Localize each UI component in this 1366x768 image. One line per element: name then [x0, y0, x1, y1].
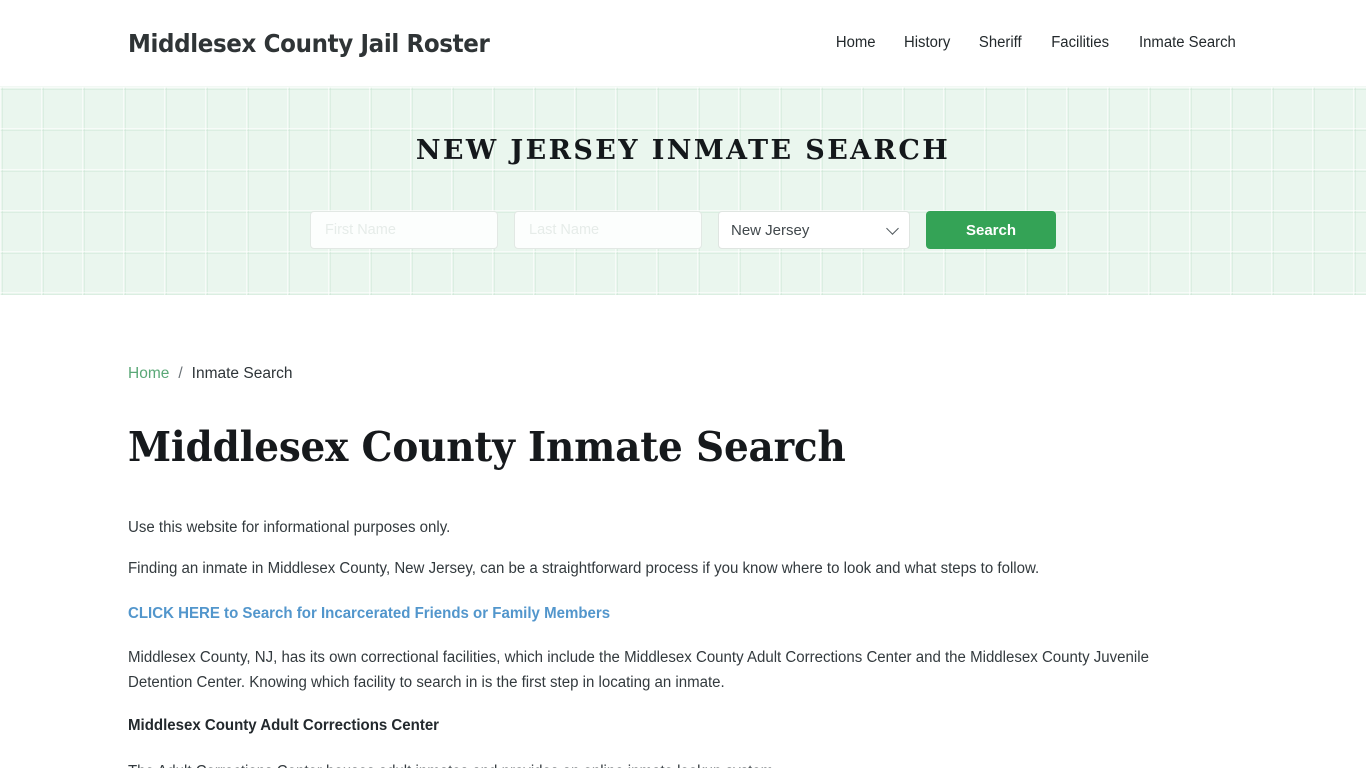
paragraph-disclaimer: Use this website for informational purpo… [128, 519, 451, 536]
main-content: Home / Inmate Search Middlesex County In… [0, 295, 1366, 768]
nav-item-home[interactable]: Home [836, 34, 876, 52]
hero-title: NEW JERSEY INMATE SEARCH [415, 135, 951, 166]
site-title: Middlesex County Jail Roster [128, 28, 490, 58]
site-header: Middlesex County Jail Roster Home Histor… [0, 0, 1366, 86]
nav-item-inmate-search[interactable]: Inmate Search [1139, 34, 1236, 52]
first-name-input[interactable] [310, 211, 498, 250]
state-select-wrapper: New Jersey [718, 211, 910, 250]
subheading-adult-corrections-center: Middlesex County Adult Corrections Cente… [128, 717, 440, 734]
state-select[interactable]: New Jersey [718, 211, 910, 250]
breadcrumb-current: Inmate Search [191, 365, 293, 382]
breadcrumb-link-home[interactable]: Home [128, 365, 169, 383]
page-title: Middlesex County Inmate Search [128, 423, 846, 471]
paragraph-adult-corrections: The Adult Corrections Center houses adul… [128, 759, 1190, 768]
nav-item-facilities[interactable]: Facilities [1051, 34, 1109, 52]
last-name-input[interactable] [514, 211, 702, 250]
search-button[interactable]: Search [926, 211, 1056, 250]
paragraph-intro: Finding an inmate in Middlesex County, N… [128, 560, 1040, 577]
breadcrumb: Home / Inmate Search [128, 365, 1238, 383]
breadcrumb-separator: / [178, 365, 183, 382]
paragraph-facilities: Middlesex County, NJ, has its own correc… [128, 649, 1149, 691]
hero-search-banner: NEW JERSEY INMATE SEARCH New Jersey Sear… [0, 86, 1366, 295]
inmate-search-form: New Jersey Search [310, 211, 1056, 250]
cta-search-link[interactable]: CLICK HERE to Search for Incarcerated Fr… [128, 605, 1205, 623]
nav-item-sheriff[interactable]: Sheriff [979, 34, 1022, 52]
nav-item-history[interactable]: History [904, 34, 950, 52]
main-navigation: Home History Sheriff Facilities Inmate S… [835, 34, 1238, 52]
